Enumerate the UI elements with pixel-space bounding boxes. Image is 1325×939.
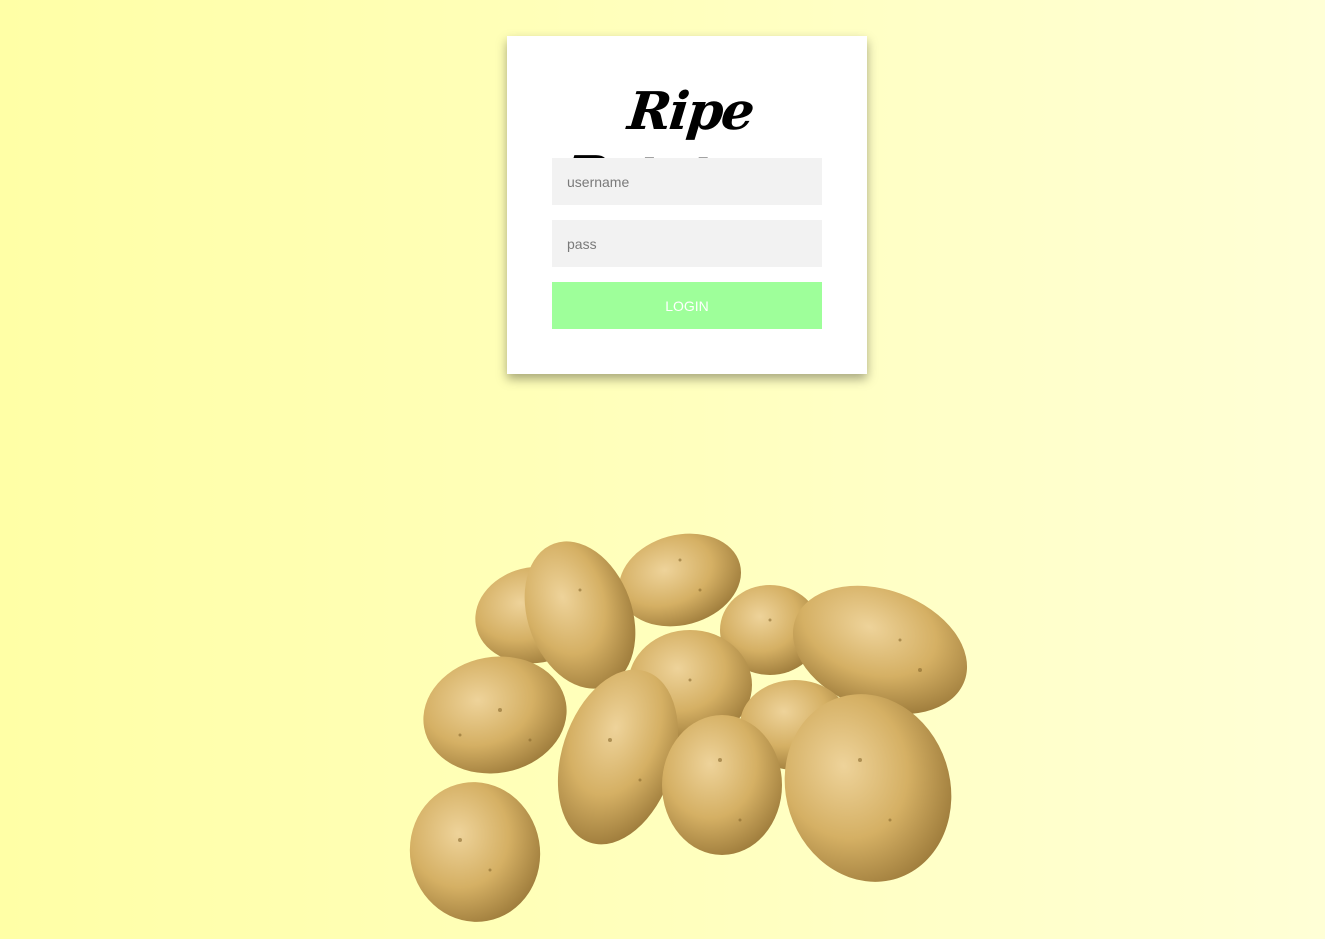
password-input[interactable] bbox=[552, 220, 822, 267]
username-input[interactable] bbox=[552, 158, 822, 205]
login-card: Ripe Potatoes LOGIN bbox=[507, 36, 867, 374]
login-button[interactable]: LOGIN bbox=[552, 282, 822, 329]
potatoes-image bbox=[409, 533, 968, 922]
